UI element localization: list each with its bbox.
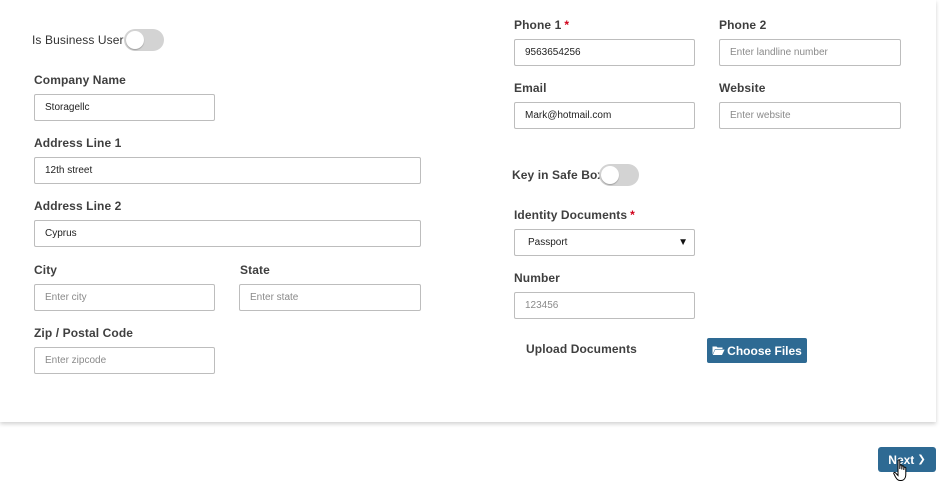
phone-2-label: Phone 2 (719, 18, 767, 32)
toggle-knob (126, 31, 144, 49)
identity-documents-select[interactable]: Passport ▼ (514, 229, 695, 256)
website-input[interactable] (719, 102, 901, 129)
identity-documents-label: Identity Documents * (514, 208, 635, 222)
email-label: Email (514, 81, 547, 95)
choose-files-label: Choose Files (727, 343, 802, 358)
website-label: Website (719, 81, 766, 95)
state-label: State (240, 263, 270, 277)
form-card: Is Business User Company Name Address Li… (0, 0, 936, 422)
address-line-1-input[interactable] (34, 157, 421, 184)
phone-1-label: Phone 1 * (514, 18, 570, 32)
required-mark: * (564, 18, 570, 32)
company-name-label: Company Name (34, 73, 126, 87)
key-safe-box-toggle[interactable] (599, 164, 639, 186)
zip-input[interactable] (34, 347, 215, 374)
address-line-1-label: Address Line 1 (34, 136, 122, 150)
upload-documents-label: Upload Documents (526, 342, 637, 356)
required-mark: * (630, 208, 635, 222)
zip-label: Zip / Postal Code (34, 326, 134, 340)
folder-open-icon (712, 346, 725, 355)
phone-1-input[interactable] (514, 39, 695, 66)
choose-files-button[interactable]: Choose Files (707, 338, 807, 363)
state-input[interactable] (239, 284, 421, 311)
address-line-2-label: Address Line 2 (34, 199, 122, 213)
identity-documents-value: Passport (528, 237, 568, 248)
phone-2-input[interactable] (719, 39, 901, 66)
email-input[interactable] (514, 102, 695, 129)
business-user-toggle[interactable] (124, 29, 164, 51)
number-input[interactable] (514, 292, 695, 319)
chevron-right-icon: ❯ (917, 454, 926, 465)
toggle-knob (601, 166, 619, 184)
address-line-2-input[interactable] (34, 220, 421, 247)
city-label: City (34, 263, 58, 277)
business-user-label: Is Business User (32, 33, 124, 47)
company-name-input[interactable] (34, 94, 215, 121)
number-label: Number (514, 271, 560, 285)
hand-cursor-icon (893, 459, 907, 481)
city-input[interactable] (34, 284, 215, 311)
key-safe-box-label: Key in Safe Box (512, 168, 605, 182)
chevron-down-icon: ▼ (678, 237, 688, 248)
